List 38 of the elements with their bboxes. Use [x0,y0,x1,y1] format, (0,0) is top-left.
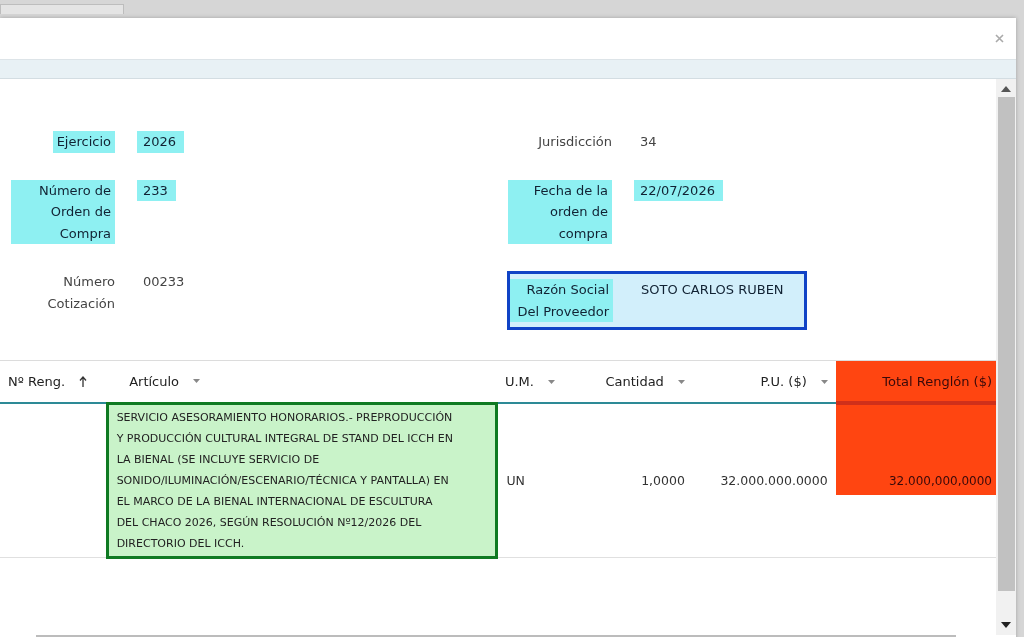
close-button[interactable] [993,32,1006,45]
header-label: U.M. [504,374,534,389]
scroll-down-icon[interactable] [1001,622,1011,628]
sort-up-icon[interactable] [79,376,88,387]
table-cell: 32.000.000.0000 [692,403,836,557]
field-label: Fecha de la orden de compra [508,179,612,244]
column-header[interactable]: Total Renglón ($) [835,360,996,403]
column-header[interactable]: Cantidad [572,360,693,403]
header-label: Artículo [129,373,180,389]
field-label: Número Cotización [46,273,115,313]
field-value: 00233 [143,273,185,291]
scrollbar-thumb[interactable] [997,97,1015,591]
header-label: Nº Reng. [8,374,66,389]
table-cell: 1,0000 [572,403,693,557]
caret-icon[interactable] [193,379,201,384]
caret-icon[interactable] [547,379,555,384]
field-label: Número de Orden de Compra [11,179,115,244]
header-label: Cantidad [605,374,664,389]
field-label: Razón Social Del Proveedor [510,279,613,322]
close-icon [995,34,1004,43]
header-label: P.U. ($) [760,374,807,389]
vertical-scrollbar[interactable] [996,79,1016,635]
field-value: 22/07/2026 [634,179,723,201]
field-value: SOTO CARLOS RUBEN [640,281,785,299]
field-value: 2026 [137,131,185,153]
caret-icon[interactable] [677,379,685,384]
field-value: 233 [137,179,176,201]
column-header[interactable]: U.M. [496,360,573,403]
field-value: 34 [640,133,657,151]
scroll-up-icon[interactable] [1001,86,1011,92]
caret-icon[interactable] [820,379,828,384]
table-cell: UN [496,403,573,557]
column-header[interactable]: Nº Reng. [0,360,108,403]
field-label: Jurisdicción [538,133,612,151]
field-label: Ejercicio [52,131,115,153]
table-cell: 32.000,000,0000 [835,403,996,557]
header-label: Total Renglón ($) [882,373,992,389]
table-cell: SERVICIO ASESORAMIENTO HONORARIOS.- PREPRODUCCIÓN Y PRODUCCIÓN CULTURAL INTEGRAL DE STAND DEL ICCH EN LA BIENAL (SE INCLUYE SERVICIO DE SONIDO/ILUMINACIÓN/ESCENARIO/TÉCNICA Y PANTALLA) EN EL MARCO DE LA BIENAL INTERNACIONAL DE ESCULTURA DEL CHACO 2026, SEGÚN RESOLUCIÓN Nº12/2026 DEL DIRECTORIO DEL ICCH. [107,403,497,557]
